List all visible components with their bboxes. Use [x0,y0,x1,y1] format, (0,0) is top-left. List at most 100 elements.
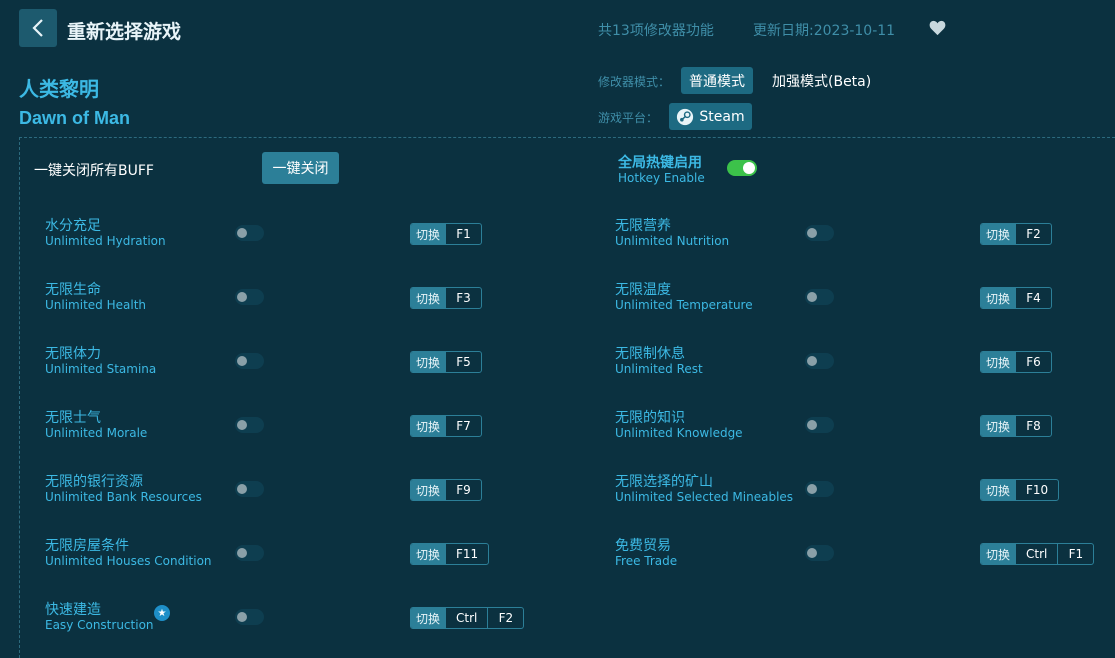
hotkey-key: F7 [445,416,481,436]
cheat-row: 无限体力 Unlimited Stamina 切换 F5 [45,343,605,383]
hotkey-enable-toggle[interactable] [727,160,757,176]
cheat-name-en: Unlimited Rest [615,362,703,376]
cheat-name-cn: 无限生命 [45,282,101,298]
toggle-knob [237,484,247,494]
mode-label: 修改器模式： [598,75,671,89]
toggle-knob [807,292,817,302]
back-button[interactable] [19,9,57,47]
hotkey-key: F1 [1057,544,1093,564]
switch-label: 切换 [411,608,446,628]
toggle-knob [807,420,817,430]
cheat-name-cn: 免费贸易 [615,538,671,554]
cheat-name-cn: 无限选择的矿山 [615,474,713,490]
switch-label: 切换 [981,544,1016,564]
cheat-row: 快速建造 Easy Construction ★ 切换 Ctrl F2 [45,599,605,639]
hotkey-button[interactable]: 切换 F9 [410,479,483,501]
cheat-toggle[interactable] [235,609,264,625]
cheat-name-cn: 无限温度 [615,282,671,298]
cheat-toggle[interactable] [805,289,834,305]
cheat-row: 水分充足 Unlimited Hydration 切换 F1 [45,215,605,255]
cheat-toggle[interactable] [805,545,834,561]
cheat-name-cn: 无限房屋条件 [45,538,129,554]
cheat-name-cn: 水分充足 [45,218,101,234]
page-title: 重新选择游戏 [67,21,182,43]
hotkey-key: F9 [445,480,481,500]
cheat-row: 无限生命 Unlimited Health 切换 F3 [45,279,605,319]
cheat-name-cn: 无限士气 [45,410,101,426]
favorite-button[interactable] [929,20,946,40]
cheat-toggle[interactable] [235,481,264,497]
switch-label: 切换 [981,224,1016,244]
heart-icon [929,20,946,36]
switch-label: 切换 [411,352,446,372]
hotkey-key: F11 [445,544,488,564]
cheat-name-en: Unlimited Hydration [45,234,166,248]
cheat-row: 无限房屋条件 Unlimited Houses Condition 切换 F11 [45,535,605,575]
cheat-toggle[interactable] [235,353,264,369]
toggle-knob [237,228,247,238]
toggle-knob [743,162,755,174]
cheat-name-en: Unlimited Health [45,298,147,312]
hotkey-key: F6 [1015,352,1051,372]
cheat-row: 无限的知识 Unlimited Knowledge 切换 F8 [615,407,1115,447]
cheat-name-en: Free Trade [615,554,678,568]
normal-mode-button[interactable]: 普通模式 [681,67,753,94]
cheat-name-cn: 无限制休息 [615,346,685,362]
cheat-name-cn: 无限的知识 [615,410,685,426]
hotkey-button[interactable]: 切换 F3 [410,287,483,309]
cheat-toggle[interactable] [235,289,264,305]
cheat-toggle[interactable] [235,545,264,561]
hotkey-button[interactable]: 切换 F2 [980,223,1053,245]
cheat-name-cn: 无限体力 [45,346,101,362]
toggle-knob [237,548,247,558]
hotkey-key: Ctrl [1015,544,1057,564]
cheat-toggle[interactable] [235,225,264,241]
hotkey-key: F10 [1015,480,1058,500]
cheat-row: 无限的银行资源 Unlimited Bank Resources 切换 F9 [45,471,605,511]
toggle-knob [237,612,247,622]
switch-label: 切换 [411,544,446,564]
cheat-name-en: Unlimited Selected Mineables [615,490,794,504]
chevron-left-icon [32,19,43,37]
hotkey-key: F2 [1015,224,1051,244]
enhanced-mode-button[interactable]: 加强模式(Beta) [764,67,879,94]
star-icon: ★ [154,605,170,621]
cheat-toggle[interactable] [805,481,834,497]
steam-label: Steam [699,108,745,125]
cheat-toggle[interactable] [805,353,834,369]
steam-platform-button[interactable]: Steam [669,103,752,130]
hotkey-button[interactable]: 切换 Ctrl F1 [980,543,1095,565]
toggle-knob [237,292,247,302]
cheat-toggle[interactable] [805,225,834,241]
hotkey-button[interactable]: 切换 F11 [410,543,490,565]
hotkey-button[interactable]: 切换 F1 [410,223,483,245]
cheat-name-en: Unlimited Bank Resources [45,490,202,504]
cheat-name-en: Unlimited Morale [45,426,148,440]
cheat-name-en: Unlimited Knowledge [615,426,743,440]
hotkey-key: Ctrl [445,608,487,628]
hotkey-button[interactable]: 切换 F7 [410,415,483,437]
hotkey-button[interactable]: 切换 F6 [980,351,1053,373]
hotkey-enable-label-en: Hotkey Enable [618,171,705,185]
hotkey-button[interactable]: 切换 Ctrl F2 [410,607,525,629]
cheat-toggle[interactable] [805,417,834,433]
cheat-row: 无限选择的矿山 Unlimited Selected Mineables 切换 F10 [615,471,1115,511]
cheat-name-en: Unlimited Temperature [615,298,753,312]
cheat-row: 免费贸易 Free Trade 切换 Ctrl F1 [615,535,1115,575]
hotkey-button[interactable]: 切换 F4 [980,287,1053,309]
hotkey-key: F3 [445,288,481,308]
game-name-cn: 人类黎明 [19,77,99,101]
close-all-button[interactable]: 一键关闭 [262,152,339,184]
cheat-row: 无限温度 Unlimited Temperature 切换 F4 [615,279,1115,319]
hotkey-button[interactable]: 切换 F8 [980,415,1053,437]
hotkey-button[interactable]: 切换 F5 [410,351,483,373]
toggle-knob [807,548,817,558]
cheat-row: 无限营养 Unlimited Nutrition 切换 F2 [615,215,1115,255]
cheat-row: 无限士气 Unlimited Morale 切换 F7 [45,407,605,447]
hotkey-key: F8 [1015,416,1051,436]
toggle-knob [237,420,247,430]
hotkey-button[interactable]: 切换 F10 [980,479,1060,501]
toggle-knob [807,356,817,366]
update-date: 更新日期:2023-10-11 [753,23,896,39]
cheat-toggle[interactable] [235,417,264,433]
